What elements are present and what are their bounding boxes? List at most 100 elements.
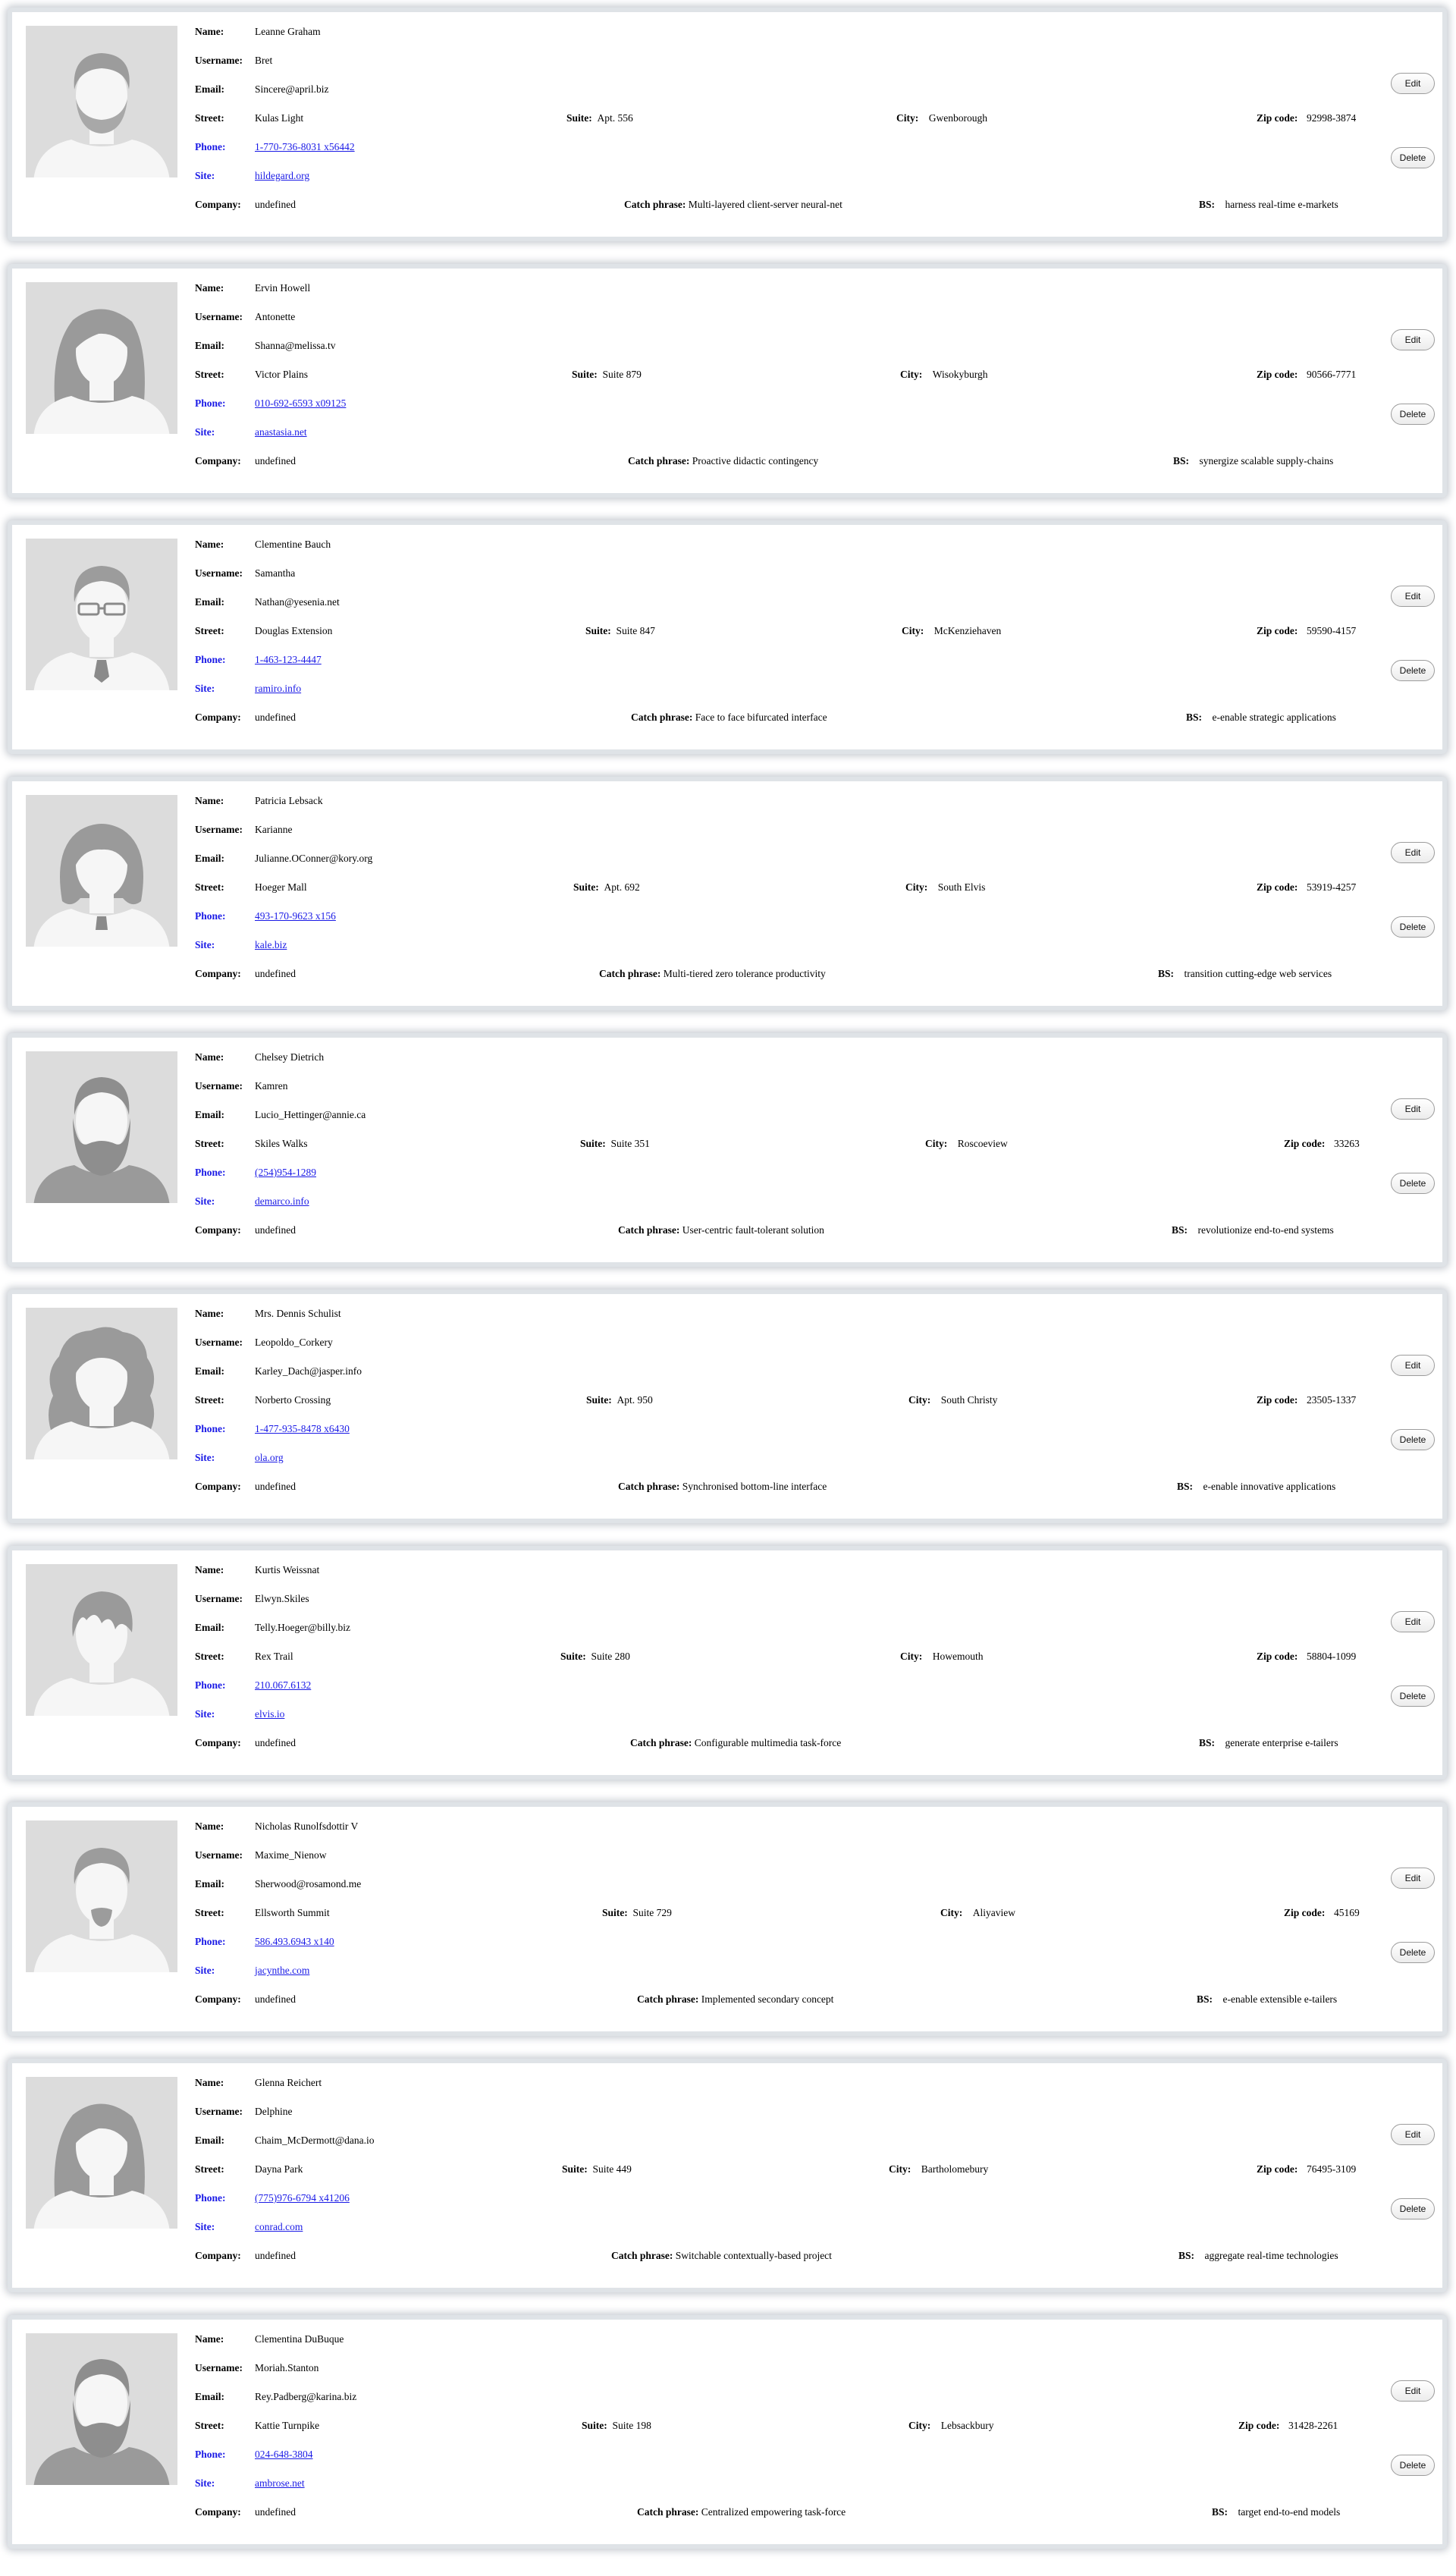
email-value: Shanna@melissa.tv — [255, 340, 336, 351]
street-value: Victor Plains — [255, 369, 309, 380]
name-label: Name: — [195, 2333, 224, 2345]
site-label: Site: — [195, 683, 215, 694]
site-link[interactable]: demarco.info — [255, 1195, 309, 1208]
catch-phrase-value: Multi-layered client-server neural-net — [688, 199, 843, 210]
catch-phrase-value: Synchronised bottom-line interface — [682, 1481, 827, 1492]
email-value: Sherwood@rosamond.me — [255, 1878, 362, 1890]
catch-phrase-value: Configurable multimedia task-force — [694, 1737, 842, 1748]
address-row: Street: Hoeger Mall Suite: Apt. 692 City: S… — [195, 881, 1359, 894]
phone-link[interactable]: 586.493.6943 x140 — [255, 1936, 334, 1948]
site-link[interactable]: conrad.com — [255, 2221, 303, 2233]
phone-link[interactable]: 210.067.6132 — [255, 1679, 311, 1692]
phone-link[interactable]: 010-692-6593 x09125 — [255, 397, 346, 410]
name-value: Glenna Reichert — [255, 2077, 322, 2088]
site-link[interactable]: ola.org — [255, 1452, 284, 1464]
username-value: Delphine — [255, 2106, 293, 2117]
edit-button[interactable]: Edit — [1391, 842, 1435, 863]
delete-button[interactable]: Delete — [1391, 1685, 1435, 1707]
username-value: Moriah.Stanton — [255, 2362, 319, 2373]
site-link[interactable]: hildegard.org — [255, 170, 309, 182]
phone-label: Phone: — [195, 397, 226, 409]
man-beard-icon — [26, 26, 177, 177]
zipcode-value: 31428-2261 — [1288, 2420, 1338, 2431]
suite-label: Suite: — [562, 2163, 588, 2175]
address-row: Street: Douglas Extension Suite: Suite 847… — [195, 625, 1359, 637]
edit-button[interactable]: Edit — [1391, 1355, 1435, 1376]
delete-button[interactable]: Delete — [1391, 2455, 1435, 2476]
email-label: Email: — [195, 1109, 224, 1120]
catch-phrase-value: Face to face bifurcated interface — [695, 712, 827, 723]
zipcode-label: Zip code: — [1257, 881, 1298, 893]
phone-link[interactable]: (254)954-1289 — [255, 1167, 316, 1179]
bs-value: revolutionize end-to-end systems — [1197, 1224, 1334, 1236]
phone-link[interactable]: (775)976-6794 x41206 — [255, 2192, 350, 2204]
user-card: Name: Kurtis Weissnat Username: Elwyn.Skile… — [8, 1546, 1447, 1780]
delete-button[interactable]: Delete — [1391, 660, 1435, 681]
bs-label: BS: — [1199, 199, 1216, 210]
phone-label: Phone: — [195, 654, 226, 665]
username-value: Kamren — [255, 1080, 288, 1092]
catch-phrase-label: Catch phrase: — [599, 968, 661, 979]
site-link[interactable]: ramiro.info — [255, 683, 301, 695]
delete-button[interactable]: Delete — [1391, 1173, 1435, 1194]
delete-button[interactable]: Delete — [1391, 147, 1435, 168]
company-label: Company: — [195, 1481, 241, 1492]
site-link[interactable]: kale.biz — [255, 939, 287, 951]
edit-button[interactable]: Edit — [1391, 329, 1435, 350]
phone-link[interactable]: 1-463-123-4447 — [255, 654, 322, 666]
suite-label: Suite: — [586, 1394, 612, 1406]
site-link[interactable]: ambrose.net — [255, 2477, 305, 2490]
name-value: Ervin Howell — [255, 282, 311, 294]
company-value: undefined — [255, 199, 296, 210]
suite-value: Apt. 692 — [604, 881, 640, 893]
site-link[interactable]: elvis.io — [255, 1708, 284, 1720]
avatar — [26, 26, 177, 177]
site-label: Site: — [195, 1708, 215, 1720]
delete-button[interactable]: Delete — [1391, 1942, 1435, 1963]
name-value: Chelsey Dietrich — [255, 1051, 325, 1063]
street-value: Hoeger Mall — [255, 881, 307, 893]
bs-value: generate enterprise e-tailers — [1225, 1737, 1338, 1748]
site-link[interactable]: jacynthe.com — [255, 1965, 309, 1977]
edit-button[interactable]: Edit — [1391, 2124, 1435, 2145]
street-label: Street: — [195, 1138, 224, 1149]
edit-button[interactable]: Edit — [1391, 2380, 1435, 2402]
edit-button[interactable]: Edit — [1391, 586, 1435, 607]
man-full-beard-icon — [26, 1051, 177, 1203]
company-label: Company: — [195, 2506, 241, 2518]
bs-value: synergize scalable supply-chains — [1199, 455, 1334, 467]
edit-button[interactable]: Edit — [1391, 1611, 1435, 1632]
woman-curly-hair-icon — [26, 1308, 177, 1459]
email-label: Email: — [195, 83, 224, 95]
phone-link[interactable]: 493-170-9623 x156 — [255, 910, 336, 922]
man-fringe-icon — [26, 1564, 177, 1716]
address-row: Street: Victor Plains Suite: Suite 879 City… — [195, 369, 1359, 381]
delete-button[interactable]: Delete — [1391, 2198, 1435, 2219]
company-row: Company: undefined Catch phrase: Multi-tie… — [195, 968, 1359, 980]
suite-label: Suite: — [560, 1651, 586, 1662]
bs-label: BS: — [1177, 1481, 1194, 1492]
user-card: Name: Clementine Bauch Username: Samantha Em… — [8, 520, 1447, 754]
company-row: Company: undefined Catch phrase: User-cent… — [195, 1224, 1359, 1236]
catch-phrase-value: Proactive didactic contingency — [692, 455, 819, 467]
edit-button[interactable]: Edit — [1391, 1098, 1435, 1120]
zipcode-value: 76495-3109 — [1307, 2163, 1357, 2175]
zipcode-value: 92998-3874 — [1307, 112, 1357, 124]
edit-button[interactable]: Edit — [1391, 73, 1435, 94]
suite-value: Suite 729 — [632, 1907, 672, 1918]
bs-value: e-enable extensible e-tailers — [1222, 1993, 1338, 2005]
delete-button[interactable]: Delete — [1391, 916, 1435, 938]
phone-link[interactable]: 024-648-3804 — [255, 2449, 313, 2461]
site-label: Site: — [195, 2221, 215, 2232]
edit-button[interactable]: Edit — [1391, 1868, 1435, 1889]
user-card: Name: Nicholas Runolfsdottir V Username: Ma… — [8, 1802, 1447, 2036]
delete-button[interactable]: Delete — [1391, 1429, 1435, 1450]
phone-link[interactable]: 1-770-736-8031 x56442 — [255, 141, 355, 153]
email-value: Chaim_McDermott@dana.io — [255, 2135, 375, 2146]
phone-link[interactable]: 1-477-935-8478 x6430 — [255, 1423, 350, 1435]
username-label: Username: — [195, 2362, 243, 2373]
site-link[interactable]: anastasia.net — [255, 426, 307, 438]
delete-button[interactable]: Delete — [1391, 404, 1435, 425]
street-value: Dayna Park — [255, 2163, 303, 2175]
man-full-beard-icon — [26, 2333, 177, 2485]
